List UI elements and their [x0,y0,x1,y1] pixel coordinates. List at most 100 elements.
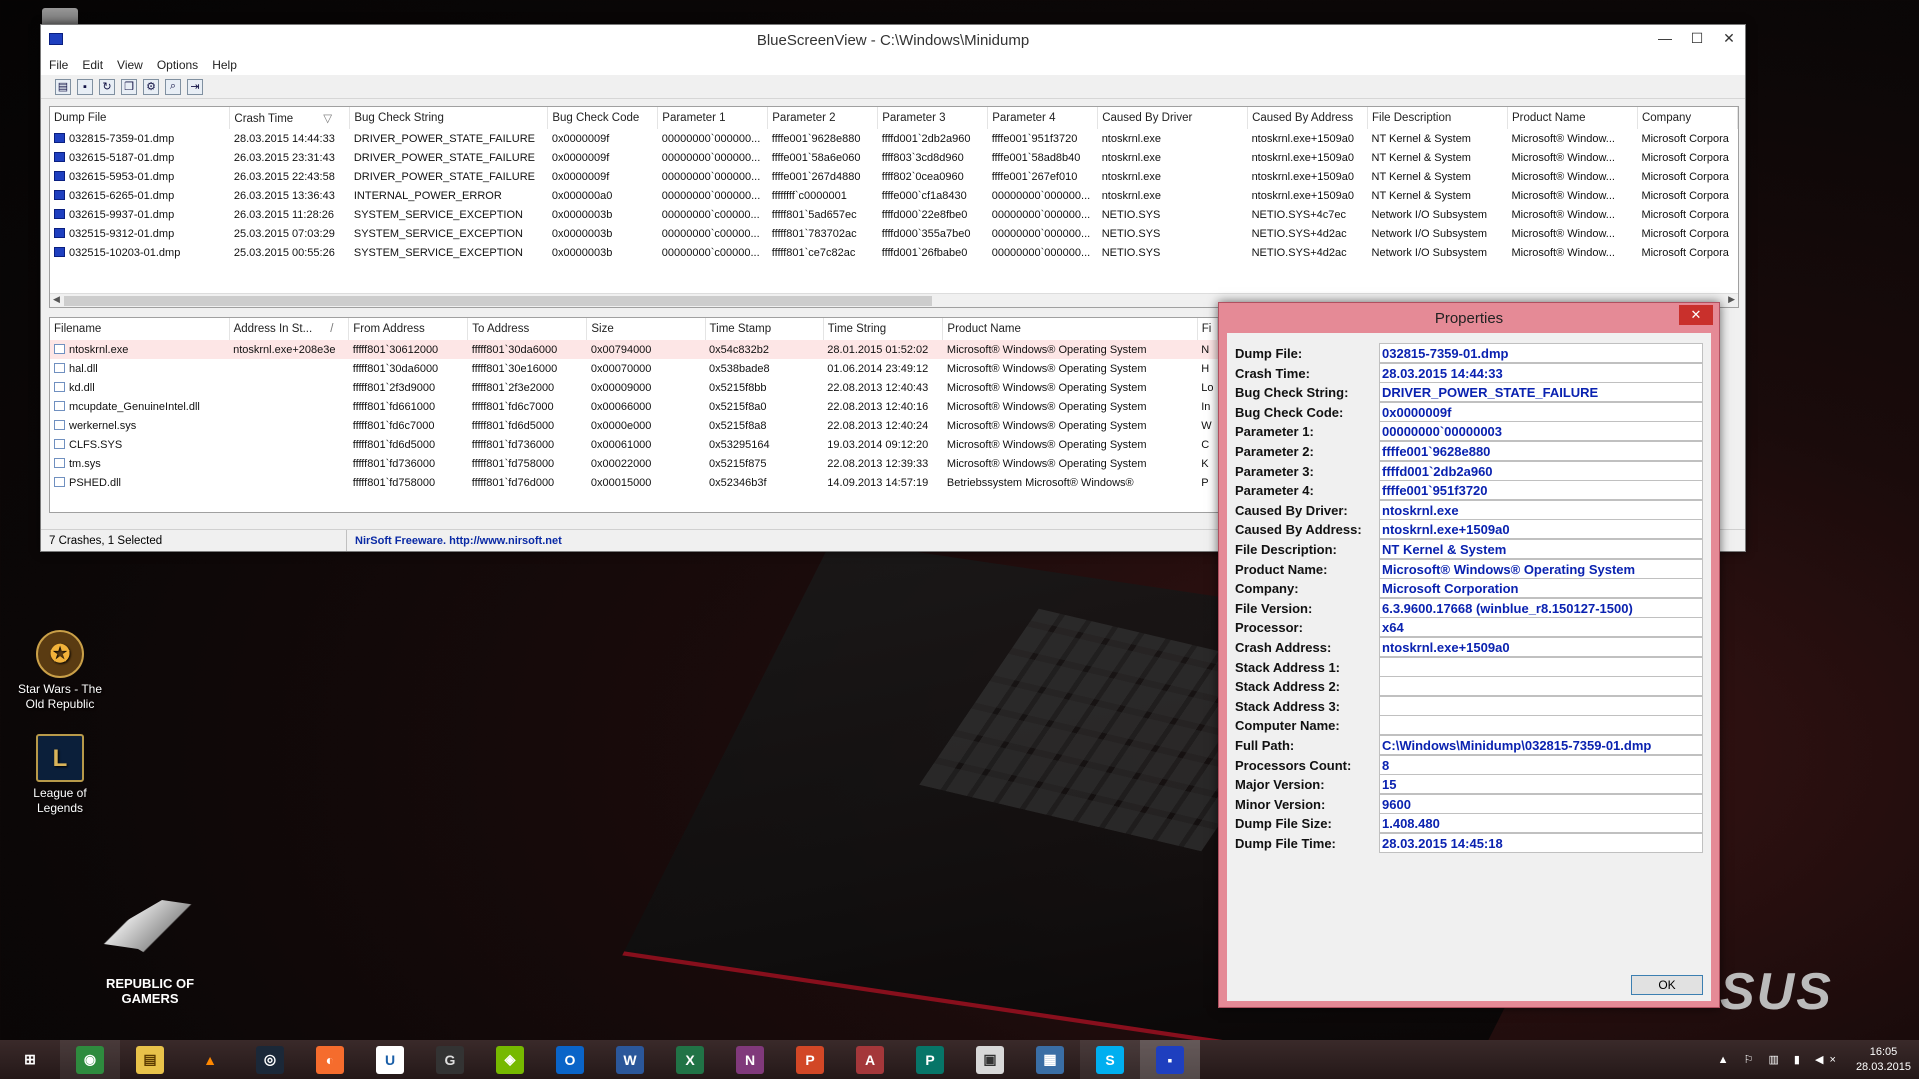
taskbar-item[interactable]: ▣ [960,1040,1020,1079]
taskbar-item[interactable]: O [540,1040,600,1079]
column-header[interactable]: Caused By Address [1247,107,1369,129]
property-value-field[interactable]: 032815-7359-01.dmp [1379,343,1703,363]
menu-options[interactable]: Options [157,58,198,72]
table-row[interactable]: 032515-10203-01.dmp 25.03.2015 00:55:26 SY… [50,243,1738,262]
column-header[interactable]: Parameter 2 [767,107,879,129]
property-value-field[interactable]: ffffe001`951f3720 [1379,480,1703,501]
column-header[interactable]: Product Name [942,318,1198,340]
taskbar-item[interactable]: P [780,1040,840,1079]
scrollbar-thumb[interactable] [64,296,932,306]
column-header[interactable]: Filename [50,318,230,340]
property-value-field[interactable]: 28.03.2015 14:44:33 [1379,362,1703,383]
table-row[interactable]: kd.dll fffff801`2f3d9000 fffff801`2f3e2000… [50,378,1218,397]
column-header[interactable]: Crash Time ▽ [229,107,351,129]
maximize-button[interactable]: ☐ [1681,25,1713,51]
table-row[interactable]: 032615-5953-01.dmp 26.03.2015 22:43:58 DRI… [50,167,1738,186]
column-header[interactable]: Parameter 1 [657,107,769,129]
module-list[interactable]: Filename Address In St... / From Address To … [49,317,1219,513]
column-header[interactable]: Dump File [50,107,231,129]
column-header[interactable]: To Address [467,318,588,340]
menu-edit[interactable]: Edit [82,58,103,72]
taskbar-item[interactable]: N [720,1040,780,1079]
taskbar-item[interactable]: W [600,1040,660,1079]
column-header[interactable]: Parameter 3 [877,107,989,129]
property-value-field[interactable]: 28.03.2015 14:45:18 [1379,833,1703,853]
property-value-field[interactable]: x64 [1379,617,1703,638]
property-value-field[interactable]: C:\Windows\Minidump\032815-7359-01.dmp [1379,735,1703,755]
menu-file[interactable]: File [49,58,68,72]
column-header[interactable]: Bug Check String [349,107,549,129]
menu-help[interactable]: Help [212,58,237,72]
taskbar-item[interactable]: S [1080,1040,1140,1079]
taskbar-item[interactable]: X [660,1040,720,1079]
refresh-icon[interactable]: ↻ [99,78,115,95]
copy-icon[interactable]: ❐ [121,78,137,95]
column-header[interactable]: Size [586,318,706,340]
column-header[interactable]: From Address [348,318,469,340]
property-value-field[interactable] [1379,656,1703,677]
taskbar-item[interactable]: P [900,1040,960,1079]
properties-title-bar[interactable]: Properties ✕ [1219,303,1719,333]
desktop-icon-league[interactable]: L League of Legends [10,734,110,816]
taskbar-item[interactable]: ◎ [240,1040,300,1079]
table-row[interactable]: PSHED.dll fffff801`fd758000 fffff801`fd76d… [50,473,1218,492]
dump-list[interactable]: Dump File Crash Time ▽ Bug Check String Bug … [49,106,1739,308]
ok-button[interactable]: OK [1631,975,1703,995]
table-row[interactable]: mcupdate_GenuineIntel.dll fffff801`fd6610… [50,397,1218,416]
table-row[interactable]: 032615-9937-01.dmp 26.03.2015 11:28:26 SYS… [50,205,1738,224]
save-icon[interactable]: ▪ [77,78,93,95]
property-value-field[interactable]: 15 [1379,774,1703,795]
property-value-field[interactable]: 0x0000009f [1379,401,1703,422]
taskbar-item[interactable]: ▤ [120,1040,180,1079]
taskbar-item[interactable]: ◐ [300,1040,360,1079]
property-value-field[interactable]: ntoskrnl.exe [1379,499,1703,520]
column-header[interactable]: Parameter 4 [987,107,1099,129]
property-value-field[interactable]: NT Kernel & System [1379,539,1703,559]
scroll-right-icon[interactable]: ▶ [1728,294,1735,305]
taskbar-item[interactable]: ◉ [60,1040,120,1079]
properties-close-button[interactable]: ✕ [1679,305,1713,325]
column-header[interactable]: Address In St... / [229,318,350,340]
taskbar-item[interactable]: ▲ [180,1040,240,1079]
taskbar-item[interactable]: ◈ [480,1040,540,1079]
taskbar-item[interactable]: ▪ [1140,1040,1200,1079]
property-value-field[interactable]: 1.408.480 [1379,813,1703,834]
table-row[interactable]: CLFS.SYS fffff801`fd6d5000 fffff801`fd7360… [50,435,1218,454]
column-header[interactable]: Caused By Driver [1097,107,1249,129]
column-header[interactable]: Time Stamp [705,318,824,340]
column-header[interactable]: Company [1637,107,1738,129]
table-row[interactable]: hal.dll fffff801`30da6000 fffff801`30e1600… [50,359,1218,378]
find-icon[interactable]: ⌕ [165,78,181,95]
taskbar-item[interactable]: ⊞ [0,1040,60,1079]
property-value-field[interactable]: ntoskrnl.exe+1509a0 [1379,637,1703,657]
taskbar-item[interactable]: G [420,1040,480,1079]
property-value-field[interactable] [1379,715,1703,736]
properties-icon[interactable]: ▤ [55,78,71,95]
title-bar[interactable]: BlueScreenView - C:\Windows\Minidump — ☐… [41,25,1745,55]
clock[interactable]: 16:05 28.03.2015 [1856,1045,1911,1075]
desktop-icon-swtor[interactable]: ✪ Star Wars - The Old Republic [10,630,110,712]
tray-icons[interactable]: ▲ ⚐ ▥ ▮ ◀× [1718,1053,1842,1066]
property-value-field[interactable]: Microsoft® Windows® Operating System [1379,558,1703,579]
taskbar-item[interactable]: ▦ [1020,1040,1080,1079]
table-row[interactable]: 032615-6265-01.dmp 26.03.2015 13:36:43 INT… [50,186,1738,205]
table-row[interactable]: tm.sys fffff801`fd736000 fffff801`fd758000… [50,454,1218,473]
property-value-field[interactable]: 9600 [1379,793,1703,814]
options-icon[interactable]: ⚙ [143,78,159,95]
property-value-field[interactable]: ffffd001`2db2a960 [1379,460,1703,481]
scroll-left-icon[interactable]: ◀ [53,294,60,305]
property-value-field[interactable]: 00000000`00000003 [1379,421,1703,442]
table-row[interactable]: 032815-7359-01.dmp 28.03.2015 14:44:33 DRI… [50,129,1738,148]
property-value-field[interactable] [1379,695,1703,716]
table-row[interactable]: werkernel.sys fffff801`fd6c7000 fffff801`f… [50,416,1218,435]
property-value-field[interactable]: 6.3.9600.17668 (winblue_r8.150127-1500) [1379,597,1703,618]
menu-view[interactable]: View [117,58,143,72]
property-value-field[interactable]: Microsoft Corporation [1379,578,1703,599]
property-value-field[interactable]: DRIVER_POWER_STATE_FAILURE [1379,382,1703,403]
column-header[interactable]: Fi [1197,318,1218,340]
column-header[interactable]: File Description [1367,107,1508,129]
table-row[interactable]: 032615-5187-01.dmp 26.03.2015 23:31:43 DRI… [50,148,1738,167]
property-value-field[interactable]: ffffe001`9628e880 [1379,441,1703,461]
table-row[interactable]: ntoskrnl.exe ntoskrnl.exe+208e3e fffff801`… [50,340,1218,359]
property-value-field[interactable]: 8 [1379,754,1703,775]
